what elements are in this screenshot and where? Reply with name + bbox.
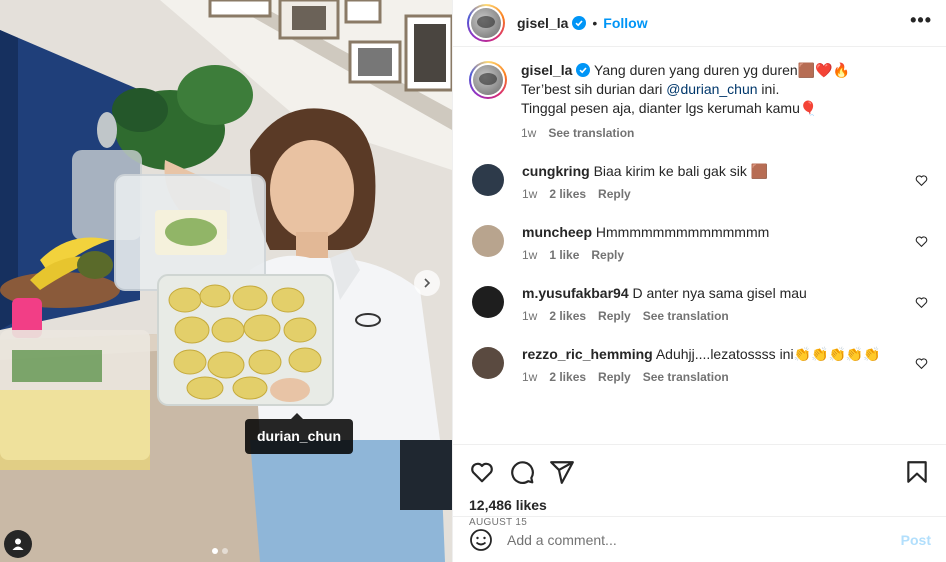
likes-count[interactable]: 12,486 likes xyxy=(469,497,930,513)
caption-username[interactable]: gisel_la xyxy=(521,62,572,78)
comment-reply-button[interactable]: Reply xyxy=(598,370,631,384)
verified-badge-icon xyxy=(576,63,591,77)
comment-reply-button[interactable]: Reply xyxy=(598,187,631,201)
comment-timestamp[interactable]: 1w xyxy=(522,370,537,384)
post-header: gisel_la • Follow ••• xyxy=(453,0,946,47)
comment-item: cungkring Biaa kirim ke bali gak sik 🟫 1… xyxy=(469,162,930,201)
carousel-dot xyxy=(222,548,228,554)
comment-timestamp[interactable]: 1w xyxy=(522,248,537,262)
separator: • xyxy=(592,15,598,31)
comment-item: muncheep Hmmmmmmmmmmmmmm 1w 1 like Reply xyxy=(469,223,930,262)
comment-username[interactable]: rezzo_ric_hemming xyxy=(522,346,653,362)
carousel-dot-active xyxy=(212,548,218,554)
user-tags-button[interactable] xyxy=(4,530,32,558)
post-side-panel: gisel_la • Follow ••• gisel_la Yang dure… xyxy=(452,0,946,562)
add-comment-bar: Post xyxy=(453,516,946,562)
comment-username[interactable]: cungkring xyxy=(522,163,590,179)
emoji-icon[interactable] xyxy=(469,528,493,552)
caption-timestamp[interactable]: 1w xyxy=(521,126,536,140)
comment-username[interactable]: muncheep xyxy=(522,224,592,240)
comment-reply-button[interactable]: Reply xyxy=(598,309,631,323)
comments-list[interactable]: gisel_la Yang duren yang duren yg duren🟫… xyxy=(453,47,946,444)
comment-input[interactable] xyxy=(507,531,901,548)
author-avatar[interactable] xyxy=(467,4,505,42)
photo-scene xyxy=(0,0,452,562)
carousel-indicator xyxy=(212,548,228,554)
comment-item: m.yusufakbar94 D anter nya sama gisel ma… xyxy=(469,284,930,323)
comment-avatar[interactable] xyxy=(472,225,504,257)
comment-avatar[interactable] xyxy=(472,286,504,318)
caption-mention-link[interactable]: @durian_chun xyxy=(666,81,757,97)
comment-likes-count[interactable]: 1 like xyxy=(549,248,579,262)
share-icon[interactable] xyxy=(549,459,575,485)
comment-avatar[interactable] xyxy=(472,164,504,196)
heart-icon[interactable] xyxy=(915,357,928,370)
heart-icon[interactable] xyxy=(915,235,928,248)
heart-icon[interactable] xyxy=(915,296,928,309)
comment-timestamp[interactable]: 1w xyxy=(522,309,537,323)
comment-item: rezzo_ric_hemming Aduhjj....lezatossss i… xyxy=(469,345,930,384)
caption-avatar[interactable] xyxy=(469,61,507,99)
heart-icon[interactable] xyxy=(469,459,495,485)
comment-avatar[interactable] xyxy=(472,347,504,379)
carousel-next-button[interactable] xyxy=(414,270,440,296)
post-caption: gisel_la Yang duren yang duren yg duren🟫… xyxy=(469,61,930,140)
comment-icon[interactable] xyxy=(509,459,535,485)
caption-text: gisel_la Yang duren yang duren yg duren🟫… xyxy=(521,61,850,118)
bookmark-icon[interactable] xyxy=(904,459,930,485)
comment-text: Biaa kirim ke bali gak sik 🟫 xyxy=(593,163,769,179)
comment-likes-count[interactable]: 2 likes xyxy=(549,370,586,384)
comment-see-translation[interactable]: See translation xyxy=(643,309,729,323)
verified-badge-icon xyxy=(572,16,587,30)
caption-line-3: Tinggal pesen aja, dianter lgs kerumah k… xyxy=(521,100,818,116)
post-comment-button[interactable]: Post xyxy=(901,532,931,548)
comment-likes-count[interactable]: 2 likes xyxy=(549,309,586,323)
comment-timestamp[interactable]: 1w xyxy=(522,187,537,201)
caption-meta: 1w See translation xyxy=(521,126,850,140)
follow-button[interactable]: Follow xyxy=(603,15,647,31)
more-options-icon[interactable]: ••• xyxy=(910,11,932,31)
heart-icon[interactable] xyxy=(915,174,928,187)
caption-line-2-end: ini. xyxy=(757,81,780,97)
comment-likes-count[interactable]: 2 likes xyxy=(549,187,586,201)
photo-user-tag[interactable]: durian_chun xyxy=(245,413,354,454)
chevron-right-icon xyxy=(424,278,431,288)
comment-text: D anter nya sama gisel mau xyxy=(632,285,807,301)
post-modal: durian_chun gisel_la • Follow ••• gisel_… xyxy=(0,0,946,562)
comment-reply-button[interactable]: Reply xyxy=(591,248,624,262)
action-icons-row xyxy=(469,457,930,487)
caption-see-translation[interactable]: See translation xyxy=(548,126,634,140)
comment-text: Aduhjj....lezatossss ini👏👏👏👏👏 xyxy=(655,346,881,362)
comment-see-translation[interactable]: See translation xyxy=(643,370,729,384)
comment-text: Hmmmmmmmmmmmmmm xyxy=(595,224,770,240)
comment-username[interactable]: m.yusufakbar94 xyxy=(522,285,629,301)
user-tag-icon xyxy=(12,538,24,550)
author-username[interactable]: gisel_la xyxy=(517,15,568,31)
caption-line-2-start: Ter’best sih durian dari xyxy=(521,81,667,97)
caption-line-1: Yang duren yang duren yg duren🟫❤️🔥 xyxy=(594,62,850,78)
post-photo[interactable]: durian_chun xyxy=(0,0,452,562)
